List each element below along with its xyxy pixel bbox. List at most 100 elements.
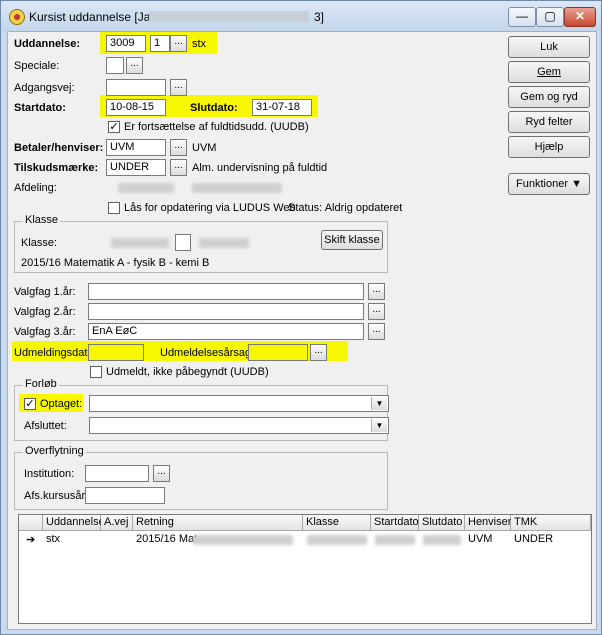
betaler-lookup-button[interactable]: ... (170, 139, 187, 156)
speciale-label: Speciale: (14, 60, 60, 72)
udmeldingsdato-label: Udmeldingsdato: (14, 347, 97, 359)
gem-button[interactable]: Gem (508, 61, 590, 83)
form-panel: Uddannelse: 3009 1 ... stx Speciale: ...… (7, 31, 597, 630)
laas-label: Lås for opdatering via LUDUS Web (124, 202, 296, 214)
valgfag-3-label: Valgfag 3.år: (14, 326, 76, 338)
institution-lookup-button[interactable]: ... (153, 465, 170, 482)
uddannelse-table[interactable]: Uddannelse A.vej Retning Klasse Startdat… (18, 514, 592, 624)
tilskud-input[interactable]: UNDER (106, 159, 166, 176)
slutdato-label: Slutdato: (190, 102, 238, 114)
fortsaettelse-checkbox[interactable]: ✓ (108, 121, 120, 133)
ryd-felter-button[interactable]: Ryd felter (508, 111, 590, 133)
window-title-end: 3] (314, 10, 325, 24)
column-header-klasse[interactable]: Klasse (303, 515, 371, 531)
dropdown-arrow-icon: ▼ (571, 178, 582, 190)
chevron-down-icon[interactable]: ▼ (371, 397, 387, 410)
afdeling-redacted-name (192, 183, 282, 193)
klasse-redacted-code (111, 238, 169, 248)
kursusaar-label: Afs.kursusår: (24, 490, 89, 502)
tilskud-lookup-button[interactable]: ... (170, 159, 187, 176)
uddannelse-code-input[interactable]: 3009 (106, 35, 146, 52)
valgfag-3-input[interactable]: EnA EøC (88, 323, 364, 340)
title-bar[interactable]: Kursist uddannelse [Ja 3] — ▢ ✕ (1, 1, 601, 31)
cell-avej (101, 533, 104, 547)
overflytning-group: Overflytning Institution: ... Afs.kursus… (14, 445, 388, 510)
valgfag-1-lookup-button[interactable]: ... (368, 283, 385, 300)
udmeldelsesaarsag-lookup-button[interactable]: ... (310, 344, 327, 361)
tilskud-label: Tilskudsmærke: (14, 162, 99, 174)
klasse-redacted-name (199, 238, 249, 248)
fortsaettelse-label: Er fortsættelse af fuldtidsudd. (UUDB) (124, 121, 309, 133)
valgfag-3-lookup-button[interactable]: ... (368, 323, 385, 340)
cell-retning-redacted (193, 535, 293, 545)
valgfag-2-lookup-button[interactable]: ... (368, 303, 385, 320)
hjaelp-button[interactable]: Hjælp (508, 136, 590, 158)
forloeb-group-title: Forløb (23, 378, 59, 390)
uddannelse-lookup-button[interactable]: ... (170, 35, 187, 52)
optaget-combo[interactable]: ▼ (89, 395, 389, 412)
laas-checkbox[interactable] (108, 202, 120, 214)
valgfag-2-input[interactable] (88, 303, 364, 320)
kursusaar-input[interactable] (85, 487, 165, 504)
startdato-input[interactable]: 10-08-15 (106, 99, 166, 116)
afdeling-label: Afdeling: (14, 182, 57, 194)
column-header-slutdato[interactable]: Slutdato (419, 515, 465, 531)
uddannelse-number-input[interactable]: 1 (150, 35, 170, 52)
udmeldingsdato-input[interactable] (88, 344, 144, 361)
column-header-avej[interactable]: A.vej (101, 515, 133, 531)
cell-retning: 2015/16 Mat (136, 533, 196, 545)
minimize-button[interactable]: — (508, 7, 536, 27)
chevron-down-icon[interactable]: ▼ (371, 419, 387, 432)
skift-klasse-button[interactable]: Skift klasse (321, 230, 383, 250)
optaget-label: Optaget: (40, 398, 83, 410)
valgfag-2-label: Valgfag 2.år: (14, 306, 76, 318)
udmeldelsesaarsag-input[interactable] (248, 344, 308, 361)
adgangsvej-input[interactable] (106, 79, 166, 96)
maximize-button[interactable]: ▢ (536, 7, 564, 27)
gem-og-ryd-button[interactable]: Gem og ryd felter (508, 86, 590, 123)
cell-startdato-redacted (375, 535, 415, 545)
overflytning-group-title: Overflytning (23, 445, 86, 457)
afdeling-redacted-code (118, 183, 174, 193)
column-header-tmk[interactable]: TMK (511, 515, 591, 531)
slutdato-input[interactable]: 31-07-18 (252, 99, 312, 116)
klasse-description: 2015/16 Matematik A - fysik B - kemi B (21, 257, 210, 269)
institution-input[interactable] (85, 465, 149, 482)
afsluttet-label: Afsluttet: (24, 420, 67, 432)
klasse-group-title: Klasse (23, 214, 61, 226)
adgangsvej-lookup-button[interactable]: ... (170, 79, 187, 96)
app-icon (9, 9, 25, 25)
valgfag-1-label: Valgfag 1.år: (14, 286, 76, 298)
afsluttet-combo[interactable]: ▼ (89, 417, 389, 434)
betaler-text: UVM (192, 142, 217, 154)
close-button[interactable]: ✕ (564, 7, 596, 27)
funktioner-label: Funktioner (516, 178, 569, 190)
luk-button[interactable]: Luk (508, 36, 590, 58)
speciale-input[interactable] (106, 57, 124, 74)
column-header-startdato[interactable]: Startdato (371, 515, 419, 531)
cell-tmk: UNDER (514, 533, 554, 545)
betaler-label: Betaler/henviser: (14, 142, 104, 154)
column-header-henviser[interactable]: Henviser (465, 515, 511, 531)
udmeldt-checkbox[interactable] (90, 366, 102, 378)
uddannelse-label: Uddannelse: (14, 38, 81, 50)
klasse-small-input[interactable] (175, 234, 191, 251)
column-header-retning[interactable]: Retning (133, 515, 303, 531)
status-text: Status: Aldrig opdateret (288, 202, 403, 214)
column-header-marker[interactable] (19, 515, 43, 531)
funktioner-button[interactable]: Funktioner ▼ (508, 173, 590, 195)
uddannelse-text: stx (192, 38, 207, 50)
optaget-checkbox[interactable]: ✓ (24, 398, 36, 410)
klasse-group: Klasse Klasse: Skift klasse 2015/16 Mate… (14, 214, 388, 273)
forloeb-group: Forløb ✓ Optaget: ▼ Afsluttet: ▼ (14, 378, 389, 441)
betaler-input[interactable]: UVM (106, 139, 166, 156)
window-title: Kursist uddannelse [Ja (29, 10, 151, 24)
cell-klasse-redacted (307, 535, 367, 545)
cell-henviser: UVM (468, 533, 493, 545)
column-header-uddannelse[interactable]: Uddannelse (43, 515, 105, 531)
valgfag-1-input[interactable] (88, 283, 364, 300)
speciale-lookup-button[interactable]: ... (126, 57, 143, 74)
cell-slutdato-redacted (423, 535, 461, 545)
klasse-label: Klasse: (21, 237, 58, 249)
cell-uddannelse: stx (46, 533, 61, 545)
